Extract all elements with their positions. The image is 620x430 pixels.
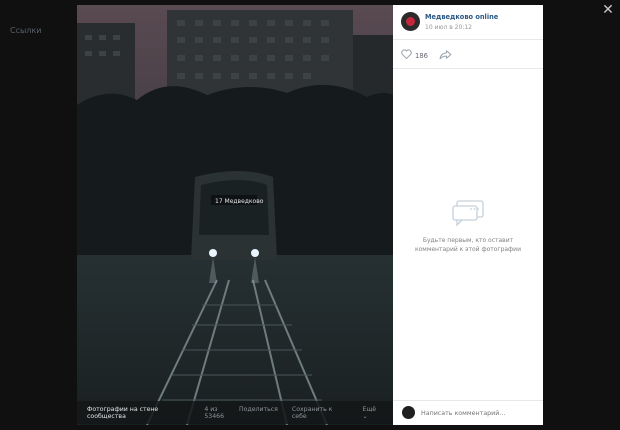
comment-input[interactable] <box>421 407 533 419</box>
tram-sign: 17 Медведково <box>215 198 264 205</box>
comments-empty-text: Будьте первым, кто оставит комментарий к… <box>415 237 521 253</box>
comment-composer <box>393 400 543 426</box>
more-menu-button[interactable]: Ещё ⌄ <box>363 406 383 420</box>
author-avatar[interactable] <box>401 12 420 31</box>
heart-icon[interactable] <box>401 49 412 59</box>
comments-empty-icon <box>452 200 484 227</box>
post-date[interactable]: 10 июл в 20:12 <box>425 24 472 31</box>
album-link[interactable]: Фотографии на стене сообщества <box>87 406 198 420</box>
side-panel: Медведково online 10 июл в 20:12 186 Буд… <box>393 5 543 425</box>
save-photo-button[interactable]: Сохранить к себе <box>292 406 349 420</box>
share-icon[interactable] <box>439 49 452 60</box>
my-avatar[interactable] <box>402 406 415 419</box>
photo-counter: 4 из 53466 <box>204 405 225 420</box>
likes-count[interactable]: 186 <box>415 52 428 60</box>
background-link: Ссылки <box>10 26 42 35</box>
share-photo-button[interactable]: Поделиться <box>239 406 278 420</box>
close-icon[interactable]: ✕ <box>600 2 616 18</box>
reactions-bar: 186 <box>393 40 543 69</box>
post-header: Медведково online 10 июл в 20:12 <box>393 5 543 40</box>
photo-bottom-bar: Фотографии на стене сообщества 4 из 5346… <box>77 401 393 424</box>
tram-photo: 17 Медведково <box>77 5 393 425</box>
photo-view[interactable]: 17 Медведково <box>77 5 393 425</box>
author-name[interactable]: Медведково online <box>425 13 498 21</box>
